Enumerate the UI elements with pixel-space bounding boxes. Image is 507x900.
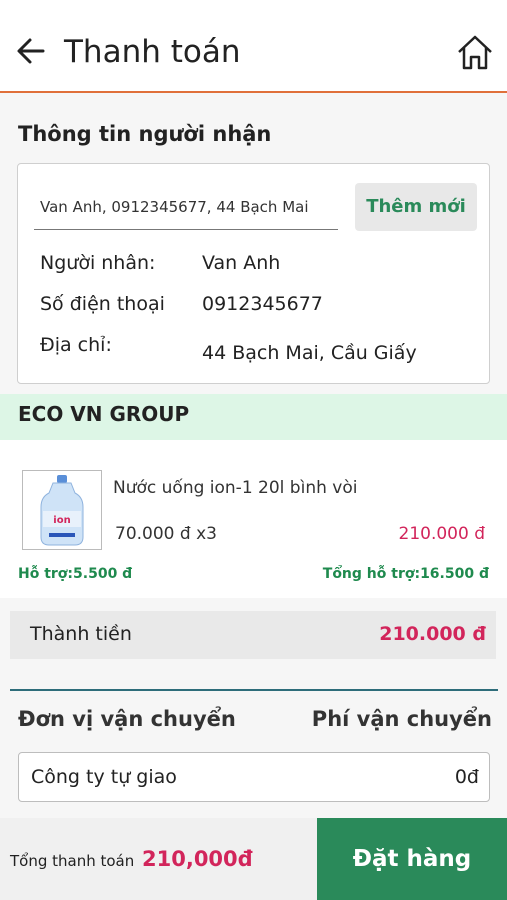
add-new-address-button[interactable]: Thêm mới <box>355 183 477 231</box>
subtotal-value: 210.000 đ <box>379 623 486 645</box>
shipping-method-name: Công ty tự giao <box>31 766 177 788</box>
product-name[interactable]: Nước uống ion-1 20l bình vòi <box>113 478 357 498</box>
shipping-fee-header: Phí vận chuyển <box>311 707 492 731</box>
product-thumbnail[interactable]: ion <box>22 470 102 550</box>
recipient-name-label: Người nhân: <box>40 252 156 274</box>
subtotal-label: Thành tiền <box>30 623 132 645</box>
shipping-method-select[interactable]: Công ty tự giao 0đ <box>18 752 490 802</box>
recipient-section-title: Thông tin người nhận <box>18 122 272 146</box>
address-select-field[interactable]: Van Anh, 0912345677, 44 Bạch Mai <box>34 192 338 230</box>
product-support-total: Tổng hỗ trợ:16.500 đ <box>322 566 489 582</box>
app-header: Thanh toán <box>0 0 507 93</box>
recipient-address-value: 44 Bạch Mai, Cầu Giấy <box>202 342 417 364</box>
shop-name: ECO VN GROUP <box>18 402 190 426</box>
arrow-left-icon[interactable] <box>16 36 46 66</box>
water-bottle-icon: ion <box>40 475 84 546</box>
recipient-phone-label: Số điện thoại <box>40 293 165 315</box>
page-title: Thanh toán <box>64 34 241 70</box>
shipping-method-fee: 0đ <box>454 766 479 788</box>
recipient-name-value: Van Anh <box>202 252 281 274</box>
section-divider <box>10 689 498 691</box>
checkout-footer: Tổng thanh toán 210,000đ Đặt hàng <box>0 818 507 900</box>
subtotal-bar: Thành tiền 210.000 đ <box>10 611 496 659</box>
recipient-card: Van Anh, 0912345677, 44 Bạch Mai Thêm mớ… <box>17 163 490 384</box>
product-unit-price-quantity: 70.000 đ x3 <box>115 524 217 544</box>
product-line-total: 210.000 đ <box>398 524 486 544</box>
home-icon[interactable] <box>456 33 494 71</box>
total-payment-label: Tổng thanh toán <box>10 852 135 870</box>
shipping-unit-header: Đơn vị vận chuyển <box>18 707 236 731</box>
svg-text:ion: ion <box>53 515 70 526</box>
recipient-phone-value: 0912345677 <box>202 293 323 315</box>
place-order-button[interactable]: Đặt hàng <box>317 818 507 900</box>
product-item: ion Nước uống ion-1 20l bình vòi 70.000 … <box>0 440 507 598</box>
product-support: Hỗ trợ:5.500 đ <box>18 566 133 582</box>
total-payment-value: 210,000đ <box>142 847 253 871</box>
shop-header: ECO VN GROUP <box>0 394 507 440</box>
recipient-address-label: Địa chỉ: <box>40 334 112 356</box>
